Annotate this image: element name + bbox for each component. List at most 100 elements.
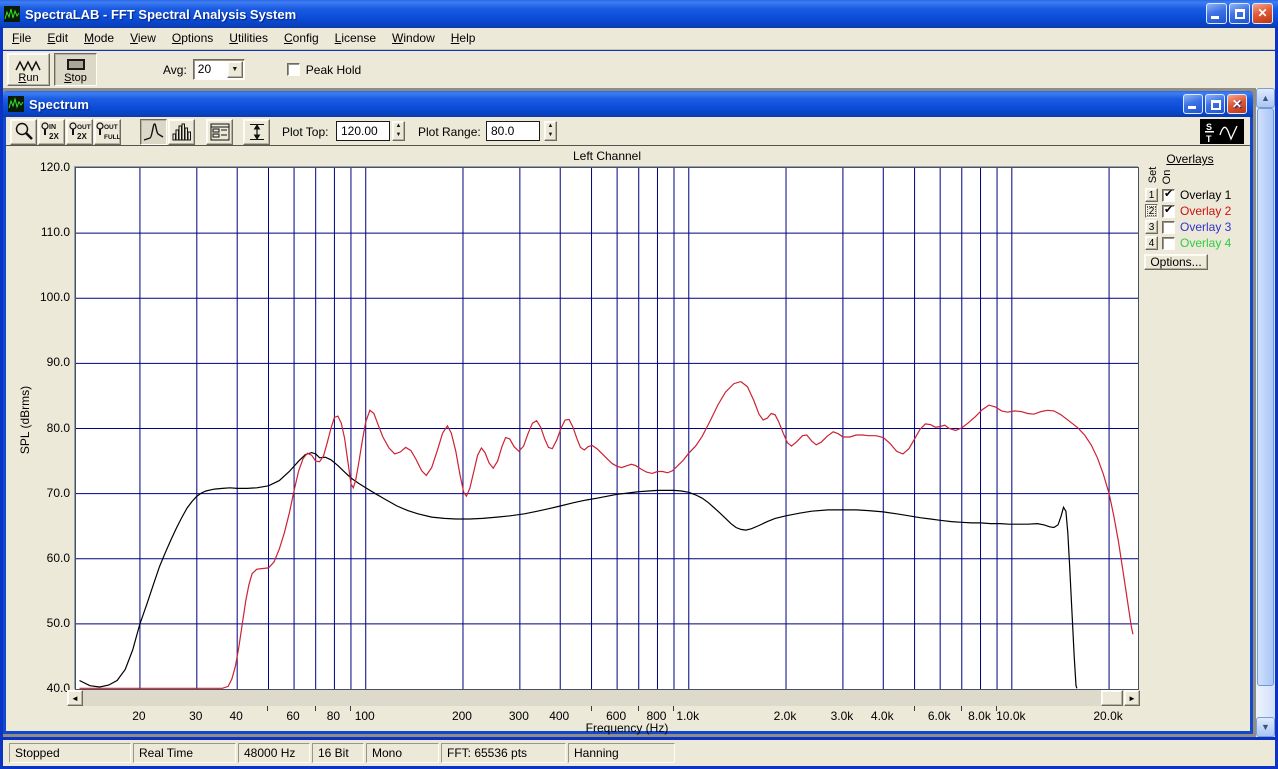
scroll-left-button[interactable]: ◄ bbox=[67, 690, 83, 706]
v-scroll-thumb[interactable] bbox=[1257, 108, 1274, 686]
overlay-row-1: 1 Overlay 1 bbox=[1145, 187, 1250, 203]
zoom-out-full-icon: OUT FULL bbox=[96, 122, 120, 141]
scroll-thumb[interactable] bbox=[1101, 690, 1123, 706]
close-icon: ✕ bbox=[1231, 97, 1243, 111]
arrow-down-icon: ▼ bbox=[1261, 722, 1270, 732]
x-minor-tick bbox=[996, 706, 998, 711]
waveform-icon bbox=[14, 60, 41, 72]
scroll-up-button[interactable]: ▲ bbox=[1256, 88, 1275, 108]
peak-hold-label: Peak Hold bbox=[305, 62, 362, 77]
y-tick-label: 70.0 bbox=[46, 485, 70, 500]
menu-file[interactable]: File bbox=[4, 28, 39, 49]
spectrum-title: Spectrum bbox=[29, 96, 89, 112]
spinner-down-icon[interactable]: ▼ bbox=[393, 131, 404, 140]
zoom-in-2x-icon: IN2X bbox=[40, 122, 59, 141]
peak-hold-checkbox[interactable] bbox=[286, 63, 300, 76]
status-panel-5: FFT: 65536 pts bbox=[441, 743, 566, 763]
overlay-set-button-2[interactable]: 2 bbox=[1145, 204, 1158, 218]
run-button[interactable]: Run bbox=[7, 53, 50, 86]
display-options-button[interactable] bbox=[206, 119, 233, 145]
spectrum-minimize-button[interactable] bbox=[1183, 94, 1203, 114]
bar-spectrum-button[interactable] bbox=[168, 119, 195, 145]
histogram-icon bbox=[172, 123, 191, 141]
overlay-on-checkbox-3[interactable] bbox=[1162, 220, 1175, 234]
scroll-right-button[interactable]: ► bbox=[1124, 690, 1140, 706]
stop-button[interactable]: Stop bbox=[54, 53, 97, 86]
menu-help[interactable]: Help bbox=[443, 28, 484, 49]
svg-text:T: T bbox=[1206, 134, 1212, 144]
close-button[interactable]: ✕ bbox=[1252, 3, 1273, 24]
options-dialog-icon bbox=[210, 123, 229, 141]
mdi-v-scrollbar[interactable]: ▲ ▼ bbox=[1256, 88, 1275, 737]
menu-utilities[interactable]: Utilities bbox=[221, 28, 276, 49]
line-spectrum-button[interactable] bbox=[140, 119, 167, 145]
zoom-out-full-button[interactable]: OUT FULL bbox=[94, 119, 121, 145]
zoom-out-2x-button[interactable]: OUT 2X bbox=[66, 119, 93, 145]
signal-trace-icon[interactable]: ST bbox=[1200, 119, 1244, 144]
menu-view[interactable]: View bbox=[122, 28, 164, 49]
svg-text:IN: IN bbox=[49, 124, 56, 131]
svg-text:2X: 2X bbox=[49, 132, 59, 141]
overlay-on-checkbox-1[interactable] bbox=[1162, 187, 1175, 202]
overlay-set-button-3[interactable]: 3 bbox=[1145, 220, 1158, 234]
plot-top-input[interactable]: 120.00 bbox=[336, 121, 390, 141]
arrow-right-icon: ► bbox=[1128, 694, 1136, 703]
vertical-range-icon bbox=[249, 124, 264, 140]
overlay-set-button-4[interactable]: 4 bbox=[1145, 236, 1158, 250]
close-icon: ✕ bbox=[1257, 6, 1268, 20]
avg-dropdown[interactable]: 20 ▼ bbox=[192, 59, 245, 80]
menu-mode[interactable]: Mode bbox=[76, 28, 122, 49]
plot-area[interactable] bbox=[75, 167, 1139, 690]
window-title: SpectraLAB - FFT Spectral Analysis Syste… bbox=[25, 6, 297, 22]
menu-config[interactable]: Config bbox=[276, 28, 327, 49]
spinner-up-icon[interactable]: ▲ bbox=[545, 122, 556, 131]
spinner-up-icon[interactable]: ▲ bbox=[393, 122, 404, 131]
x-minor-tick bbox=[913, 706, 915, 711]
arrow-left-icon: ◄ bbox=[71, 694, 79, 703]
spectrum-close-button[interactable]: ✕ bbox=[1227, 94, 1247, 114]
plot-top-spinner[interactable]: ▲ ▼ bbox=[392, 121, 405, 141]
plot-h-scrollbar[interactable]: ◄ ► bbox=[67, 690, 1140, 706]
overlays-options-button[interactable]: Options... bbox=[1144, 254, 1208, 270]
overlay-on-checkbox-4[interactable] bbox=[1162, 236, 1175, 250]
scroll-down-button[interactable]: ▼ bbox=[1256, 717, 1275, 737]
chevron-down-icon: ▼ bbox=[231, 66, 239, 73]
plot-range-label: Plot Range: bbox=[418, 125, 481, 139]
zoom-in-2x-button[interactable]: IN 2X bbox=[38, 119, 65, 145]
y-tick-label: 100.0 bbox=[39, 290, 70, 305]
title-bar[interactable]: SpectraLAB - FFT Spectral Analysis Syste… bbox=[0, 0, 1278, 28]
y-tick-label: 60.0 bbox=[46, 550, 70, 565]
plot-scale-button[interactable] bbox=[243, 119, 270, 145]
spectrum-window: Spectrum ✕ IN 2X OUT 2X OUT FULL Plot To… bbox=[3, 91, 1253, 735]
minimize-icon bbox=[1211, 16, 1219, 19]
menu-edit[interactable]: Edit bbox=[39, 28, 76, 49]
zoom-button[interactable] bbox=[10, 119, 37, 145]
magnifier-icon bbox=[15, 122, 33, 140]
stop-icon bbox=[66, 59, 85, 70]
menu-options[interactable]: Options bbox=[164, 28, 221, 49]
status-panel-4: Mono bbox=[366, 743, 439, 763]
menu-bar: File Edit Mode View Options Utilities Config Li… bbox=[3, 28, 1275, 50]
overlay-label-4: Overlay 4 bbox=[1180, 236, 1232, 250]
maximize-button[interactable] bbox=[1229, 3, 1250, 24]
plot-range-input[interactable]: 80.0 bbox=[486, 121, 540, 141]
overlay-set-button-1[interactable]: 1 bbox=[1145, 188, 1158, 202]
svg-text:OUT: OUT bbox=[77, 124, 91, 131]
spectrum-maximize-button[interactable] bbox=[1205, 94, 1225, 114]
overlay-on-checkbox-2[interactable] bbox=[1162, 203, 1175, 218]
menu-license[interactable]: License bbox=[327, 28, 384, 49]
plot-range-spinner[interactable]: ▲ ▼ bbox=[544, 121, 557, 141]
minimize-button[interactable] bbox=[1206, 3, 1227, 24]
y-tick-label: 110.0 bbox=[40, 225, 70, 240]
run-label: Run bbox=[18, 72, 39, 84]
spectrum-toolbar: IN 2X OUT 2X OUT FULL Plot Top: 120.00 ▲… bbox=[6, 117, 1250, 146]
y-tick-label: 40.0 bbox=[46, 681, 70, 695]
svg-text:FULL: FULL bbox=[104, 134, 120, 141]
y-tick-label: 80.0 bbox=[46, 420, 70, 435]
avg-dropdown-button[interactable]: ▼ bbox=[226, 61, 243, 78]
zoom-out-2x-icon: OUT2X bbox=[68, 122, 91, 141]
spinner-down-icon[interactable]: ▼ bbox=[545, 131, 556, 140]
menu-window[interactable]: Window bbox=[384, 28, 443, 49]
spectrum-title-bar[interactable]: Spectrum ✕ bbox=[3, 91, 1253, 117]
x-minor-tick bbox=[672, 706, 674, 711]
